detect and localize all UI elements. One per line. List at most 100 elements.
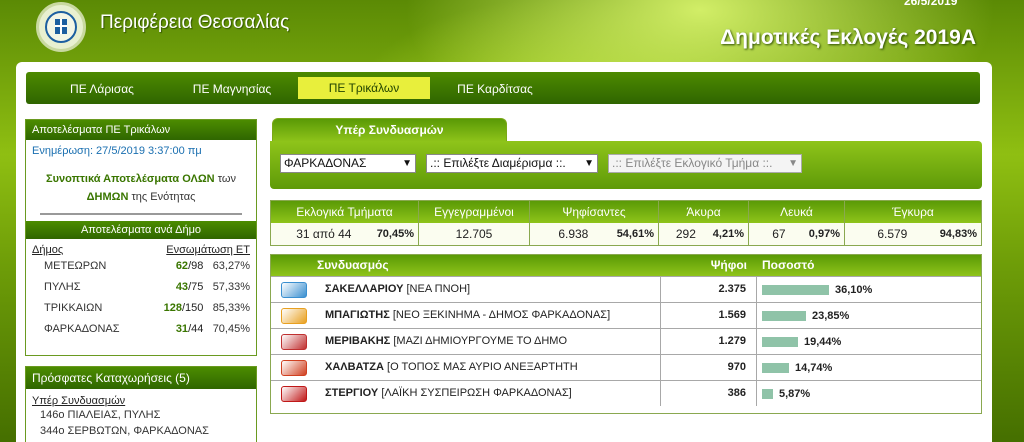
filter-bar: ΦΑΡΚΑΔΟΝΑΣ ▼ .:: Επιλέξτε Διαμέρισμα ::.… bbox=[270, 141, 982, 189]
results-table: Συνδυασμός Ψήφοι Ποσοστό ΣΑΚΕΛΛΑΡΙΟΥ [ΝΕ… bbox=[270, 254, 982, 414]
results-header: Συνδυασμός Ψήφοι Ποσοστό bbox=[271, 255, 981, 276]
municipality-fraction: 62/98 bbox=[149, 256, 204, 277]
summary-all-link[interactable]: Συνοπτικά Αποτελέσματα ΟΛΩΝ των ΔΗΜΩΝ τη… bbox=[26, 162, 256, 206]
result-row[interactable]: ΣΤΕΡΓΙΟΥ [ΛΑΪΚΗ ΣΥΣΠΕΙΡΩΣΗ ΦΑΡΚΑΔΟΝΑΣ] 38… bbox=[271, 380, 981, 406]
municipality-row[interactable]: ΦΑΡΚΑΔΟΝΑΣ 31/44 70,45% bbox=[26, 319, 256, 340]
party-logo-icon bbox=[281, 359, 307, 376]
stat-value: 12.705 bbox=[455, 227, 493, 241]
col-municipality[interactable]: Δήμος bbox=[32, 244, 149, 256]
result-row[interactable]: ΜΕΡΙΒΑΚΗΣ [ΜΑΖΙ ΔΗΜΙΟΥΡΓΟΥΜΕ ΤΟ ΔΗΜΟ 1.27… bbox=[271, 328, 981, 354]
stat-label: Λευκά bbox=[749, 201, 844, 223]
stat-value: 67 bbox=[772, 227, 786, 241]
municipality-row[interactable]: ΠΥΛΗΣ 43/75 57,33% bbox=[26, 277, 256, 298]
stat-valid: Έγκυρα 6.579 94,83% bbox=[845, 201, 981, 245]
municipality-row[interactable]: ΤΡΙΚΚΑΙΩΝ 128/150 85,33% bbox=[26, 298, 256, 319]
party-logo-icon bbox=[281, 307, 307, 324]
stat-label: Εγγεγραμμένοι bbox=[419, 201, 529, 223]
counted-sections: 31 bbox=[175, 323, 189, 335]
stat-pct: 70,45% bbox=[376, 228, 414, 240]
stat-pct: 0,97% bbox=[808, 228, 840, 240]
stat-label: Έγκυρα bbox=[845, 201, 981, 223]
candidate-cell: ΧΑΛΒΑΤΖΑ [Ο ΤΟΠΟΣ ΜΑΣ ΑΥΡΙΟ ΑΝΕΞΑΡΤΗΤΗ bbox=[317, 355, 661, 380]
stat-value: 6.579 bbox=[877, 227, 908, 241]
panel-title: Αποτελέσματα ΠΕ Τρικάλων bbox=[26, 120, 256, 140]
candidate-name: ΣΤΕΡΓΙΟΥ bbox=[325, 387, 379, 399]
total-sections: /98 bbox=[188, 260, 204, 272]
municipality-name: ΦΑΡΚΑΔΟΝΑΣ bbox=[44, 323, 120, 335]
party-name: [ΝΕΟ ΞΕΚΙΝΗΜΑ - ΔΗΜΟΣ ΦΑΡΚΑΔΟΝΑΣ] bbox=[392, 309, 611, 321]
party-logo bbox=[271, 385, 317, 402]
pct-bar bbox=[762, 388, 773, 399]
stat-value: 31 από 44 bbox=[296, 227, 352, 241]
region-title[interactable]: Περιφέρεια Θεσσαλίας bbox=[100, 12, 289, 34]
candidate-name: ΜΕΡΙΒΑΚΗΣ bbox=[325, 335, 391, 347]
summary-rest-1: των bbox=[217, 173, 236, 185]
section-select-value: .:: Επιλέξτε Εκλογικό Τμήμα ::. bbox=[612, 156, 773, 170]
stat-sections: Εκλογικά Τμήματα 31 από 44 70,45% bbox=[271, 201, 419, 245]
stat-registered: Εγγεγραμμένοι 12.705 bbox=[419, 201, 530, 245]
col-integration[interactable]: Ενσωμάτωση ΕΤ bbox=[149, 244, 250, 256]
dropdown-arrow-icon: ▼ bbox=[584, 158, 594, 169]
candidate-cell: ΣΑΚΕΛΛΑΡΙΟΥ [ΝΕΑ ΠΝΟΗ] bbox=[317, 277, 661, 302]
pct-cell: 36,10% bbox=[757, 284, 981, 296]
result-row[interactable]: ΧΑΛΒΑΤΖΑ [Ο ΤΟΠΟΣ ΜΑΣ ΑΥΡΙΟ ΑΝΕΞΑΡΤΗΤΗ 97… bbox=[271, 354, 981, 380]
pct-bar bbox=[762, 310, 806, 321]
section-select[interactable]: .:: Επιλέξτε Εκλογικό Τμήμα ::. ▼ bbox=[608, 154, 802, 173]
district-select-value: .:: Επιλέξτε Διαμέρισμα ::. bbox=[430, 156, 566, 170]
recent-entries-panel: Πρόσφατες Καταχωρήσεις (5) Υπέρ Συνδυασμ… bbox=[25, 366, 257, 442]
party-logo-icon bbox=[281, 385, 307, 402]
candidate-name: ΧΑΛΒΑΤΖΑ bbox=[325, 361, 384, 373]
counted-sections: 43 bbox=[175, 281, 189, 293]
municipality-row[interactable]: ΜΕΤΕΩΡΩΝ 62/98 63,27% bbox=[26, 256, 256, 277]
municipality-fraction: 43/75 bbox=[149, 277, 204, 298]
candidate-cell: ΣΤΕΡΓΙΟΥ [ΛΑΪΚΗ ΣΥΣΠΕΙΡΩΣΗ ΦΑΡΚΑΔΟΝΑΣ] bbox=[317, 381, 661, 406]
unit-nav: ΠΕ Λάρισας ΠΕ Μαγνησίας ΠΕ Τρικάλων ΠΕ Κ… bbox=[26, 72, 980, 104]
stat-invalid: Άκυρα 292 4,21% bbox=[659, 201, 749, 245]
total-sections: /150 bbox=[181, 302, 204, 314]
recent-item[interactable]: 146ο ΠΙΑΛΕΙΑΣ, ΠΥΛΗΣ bbox=[26, 407, 256, 423]
stat-label: Άκυρα bbox=[659, 201, 748, 223]
stat-label: Ψηφίσαντες bbox=[530, 201, 658, 223]
stat-voted: Ψηφίσαντες 6.938 54,61% bbox=[530, 201, 659, 245]
nav-tab-trikala[interactable]: ΠΕ Τρικάλων bbox=[298, 77, 430, 99]
party-logo bbox=[271, 281, 317, 298]
nav-tab-magnisia[interactable]: ΠΕ Μαγνησίας bbox=[174, 78, 290, 100]
dropdown-arrow-icon: ▼ bbox=[788, 158, 798, 169]
stat-pct: 54,61% bbox=[616, 228, 654, 240]
pct-value: 36,10% bbox=[835, 283, 873, 296]
stat-pct: 4,21% bbox=[712, 228, 744, 240]
district-select[interactable]: .:: Επιλέξτε Διαμέρισμα ::. ▼ bbox=[426, 154, 598, 173]
col-party: Συνδυασμός bbox=[317, 258, 389, 272]
pct-bar bbox=[762, 284, 829, 295]
pct-bar bbox=[762, 336, 798, 347]
municipality-select-value: ΦΑΡΚΑΔΟΝΑΣ bbox=[284, 156, 367, 170]
party-name: [ΛΑΪΚΗ ΣΥΣΠΕΙΡΩΣΗ ΦΑΡΚΑΔΟΝΑΣ] bbox=[381, 387, 572, 399]
result-row[interactable]: ΣΑΚΕΛΛΑΡΙΟΥ [ΝΕΑ ΠΝΟΗ] 2.375 36,10% bbox=[271, 276, 981, 302]
result-row[interactable]: ΜΠΑΓΙΩΤΗΣ [ΝΕΟ ΞΕΚΙΝΗΜΑ - ΔΗΜΟΣ ΦΑΡΚΑΔΟΝ… bbox=[271, 302, 981, 328]
votes-cell: 1.569 bbox=[661, 303, 757, 328]
stat-value: 6.938 bbox=[558, 227, 589, 241]
region-logo[interactable] bbox=[36, 2, 86, 52]
municipality-list: ΜΕΤΕΩΡΩΝ 62/98 63,27% ΠΥΛΗΣ 43/75 57,33%… bbox=[26, 256, 256, 340]
pct-value: 5,87% bbox=[779, 387, 811, 400]
tab-combinations[interactable]: Υπέρ Συνδυασμών bbox=[272, 118, 507, 142]
pct-cell: 19,44% bbox=[757, 336, 981, 348]
election-date: 26/5/2019 bbox=[904, 0, 958, 8]
dropdown-arrow-icon: ▼ bbox=[402, 158, 412, 169]
votes-cell: 1.279 bbox=[661, 329, 757, 354]
pct-cell: 5,87% bbox=[757, 388, 981, 400]
candidate-cell: ΜΕΡΙΒΑΚΗΣ [ΜΑΖΙ ΔΗΜΙΟΥΡΓΟΥΜΕ ΤΟ ΔΗΜΟ bbox=[317, 329, 661, 354]
recent-item[interactable]: 344ο ΣΕΡΒΩΤΩΝ, ΦΑΡΚΑΔΟΝΑΣ bbox=[26, 423, 256, 439]
by-municipality-title: Αποτελέσματα ανά Δήμο bbox=[26, 221, 256, 239]
party-logo bbox=[271, 307, 317, 324]
recent-link-combinations[interactable]: Υπέρ Συνδυασμών bbox=[26, 389, 256, 407]
pct-bar bbox=[762, 362, 789, 373]
municipality-select[interactable]: ΦΑΡΚΑΔΟΝΑΣ ▼ bbox=[280, 154, 416, 173]
summary-rest-2: της Ενότητας bbox=[131, 191, 196, 203]
pct-cell: 14,74% bbox=[757, 362, 981, 374]
nav-tab-larisa[interactable]: ΠΕ Λάρισας bbox=[46, 78, 158, 100]
votes-cell: 2.375 bbox=[661, 277, 757, 302]
nav-tab-karditsa[interactable]: ΠΕ Καρδίτσας bbox=[442, 78, 548, 100]
results-rows: ΣΑΚΕΛΛΑΡΙΟΥ [ΝΕΑ ΠΝΟΗ] 2.375 36,10% ΜΠΑΓΙΩΤ… bbox=[271, 276, 981, 406]
party-name: [ΜΑΖΙ ΔΗΜΙΟΥΡΓΟΥΜΕ ΤΟ ΔΗΜΟ bbox=[393, 335, 568, 347]
